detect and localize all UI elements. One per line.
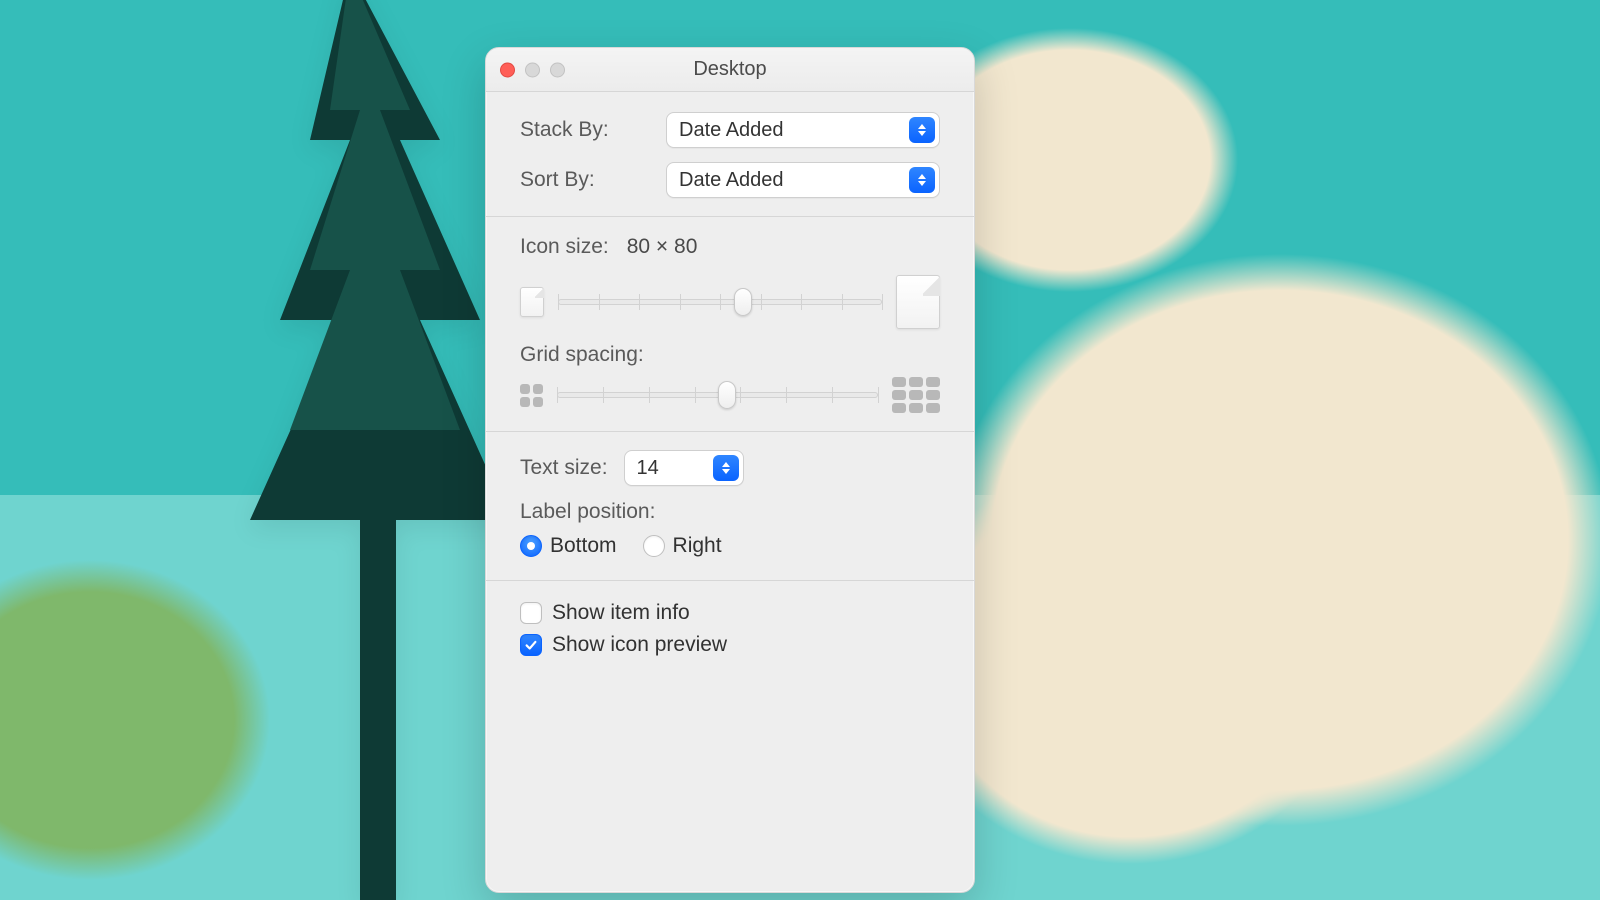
minimize-button[interactable] <box>525 62 540 77</box>
label-position-right-radio[interactable]: Right <box>643 534 722 558</box>
window-title: Desktop <box>693 58 766 81</box>
sort-by-label: Sort By: <box>520 168 648 192</box>
section-sort: Stack By: Date Added Sort By: Date Added <box>486 92 974 217</box>
icon-size-slider[interactable] <box>558 291 882 313</box>
grid-spacing-label: Grid spacing: <box>520 343 940 367</box>
window-controls <box>500 62 565 77</box>
sort-by-value: Date Added <box>679 169 784 192</box>
grid-spacing-slider[interactable] <box>557 384 878 406</box>
icon-size-label: Icon size: <box>520 235 609 259</box>
stack-by-label: Stack By: <box>520 118 648 142</box>
text-size-popup[interactable]: 14 <box>624 450 744 486</box>
zoom-button[interactable] <box>550 62 565 77</box>
close-button[interactable] <box>500 62 515 77</box>
popup-chevrons-icon <box>909 117 935 143</box>
show-item-info-checkbox[interactable] <box>520 602 542 624</box>
section-icon-grid: Icon size: 80 × 80 Grid spacing: <box>486 217 974 432</box>
text-size-value: 14 <box>637 457 659 480</box>
stack-by-value: Date Added <box>679 119 784 142</box>
sort-by-popup[interactable]: Date Added <box>666 162 940 198</box>
popup-chevrons-icon <box>909 167 935 193</box>
popup-chevrons-icon <box>713 455 739 481</box>
file-large-icon <box>896 275 940 329</box>
file-small-icon <box>520 287 544 317</box>
radio-dot-icon <box>520 535 542 557</box>
text-size-label: Text size: <box>520 456 608 480</box>
label-position-bottom-text: Bottom <box>550 534 617 558</box>
radio-dot-icon <box>643 535 665 557</box>
section-show-options: Show item info Show icon preview <box>486 581 974 681</box>
label-position-label: Label position: <box>520 500 940 524</box>
show-item-info-label: Show item info <box>552 601 690 625</box>
titlebar[interactable]: Desktop <box>486 48 974 92</box>
desktop-view-options-window: Desktop Stack By: Date Added Sort By: Da… <box>485 47 975 893</box>
label-position-bottom-radio[interactable]: Bottom <box>520 534 617 558</box>
grid-tight-icon <box>520 384 543 407</box>
show-icon-preview-checkbox[interactable] <box>520 634 542 656</box>
section-labels: Text size: 14 Label position: Bottom Rig… <box>486 432 974 581</box>
grid-loose-icon <box>892 377 940 413</box>
stack-by-popup[interactable]: Date Added <box>666 112 940 148</box>
label-position-right-text: Right <box>673 534 722 558</box>
icon-size-value: 80 × 80 <box>627 235 698 259</box>
show-icon-preview-label: Show icon preview <box>552 633 727 657</box>
